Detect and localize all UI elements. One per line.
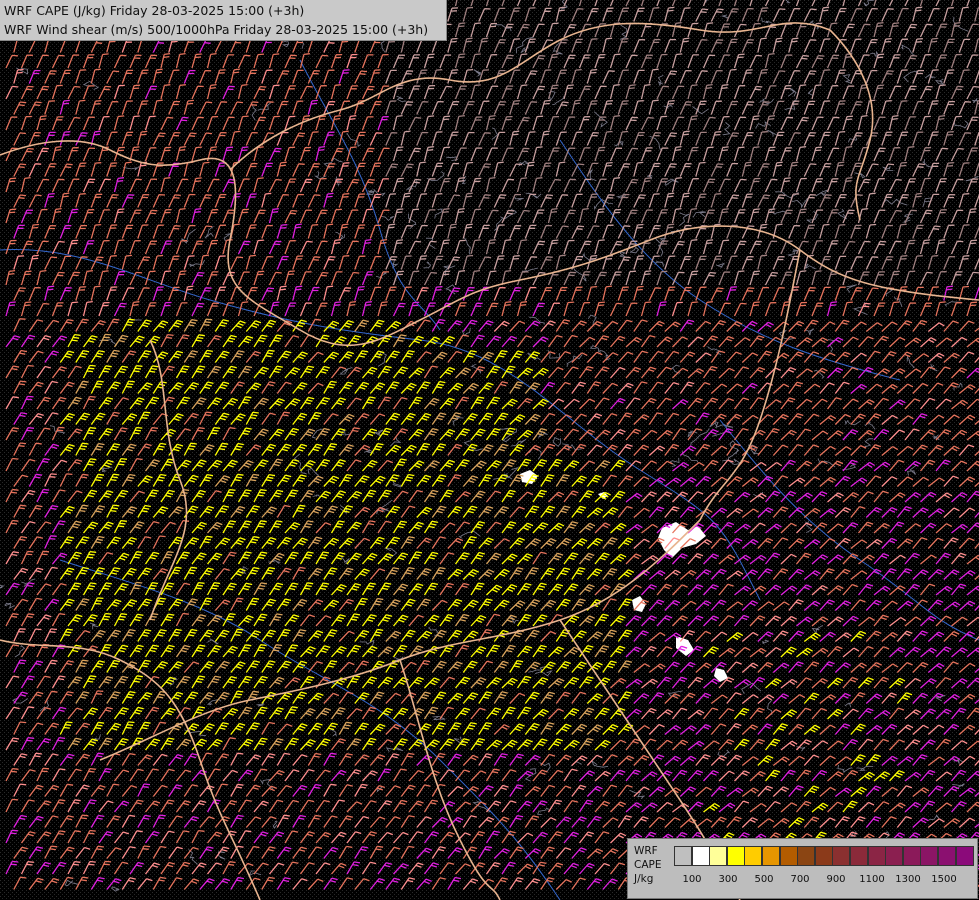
legend-tick: 300	[718, 874, 738, 885]
legend-swatch	[902, 846, 921, 866]
legend-swatch	[955, 846, 974, 866]
legend-tick: 1300	[895, 874, 921, 885]
legend-label-unit: J/kg	[634, 873, 654, 885]
cape-legend: WRF CAPE J/kg 100 300 500 700 900 1100 1…	[627, 838, 978, 899]
legend-swatch	[920, 846, 939, 866]
legend-swatch	[691, 846, 710, 866]
legend-swatch	[779, 846, 798, 866]
legend-swatch	[938, 846, 956, 866]
legend-swatch	[867, 846, 886, 866]
legend-swatch	[674, 846, 692, 866]
legend-tick: 1100	[859, 874, 885, 885]
legend-swatch	[814, 846, 833, 866]
legend-tick: 900	[826, 874, 846, 885]
weather-map	[0, 0, 979, 900]
terrain-texture	[0, 0, 979, 900]
wind-shear-title: WRF Wind shear (m/s) 500/1000hPa Friday …	[4, 22, 429, 37]
map-title-box: WRF CAPE (J/kg) Friday 28-03-2025 15:00 …	[0, 0, 447, 41]
legend-tick: 700	[790, 874, 810, 885]
legend-swatch	[726, 846, 745, 866]
legend-tick: 500	[754, 874, 774, 885]
legend-swatch	[832, 846, 851, 866]
legend-swatch	[709, 846, 728, 866]
legend-swatch	[744, 846, 763, 866]
legend-swatch	[762, 846, 780, 866]
legend-tick: 100	[682, 874, 702, 885]
legend-label-cape: CAPE	[634, 859, 662, 871]
cape-title: WRF CAPE (J/kg) Friday 28-03-2025 15:00 …	[4, 3, 305, 18]
legend-label-wrf: WRF	[634, 845, 658, 857]
legend-swatch	[797, 846, 816, 866]
legend-tick: 1500	[931, 874, 957, 885]
legend-swatch	[850, 846, 868, 866]
legend-swatch	[885, 846, 904, 866]
